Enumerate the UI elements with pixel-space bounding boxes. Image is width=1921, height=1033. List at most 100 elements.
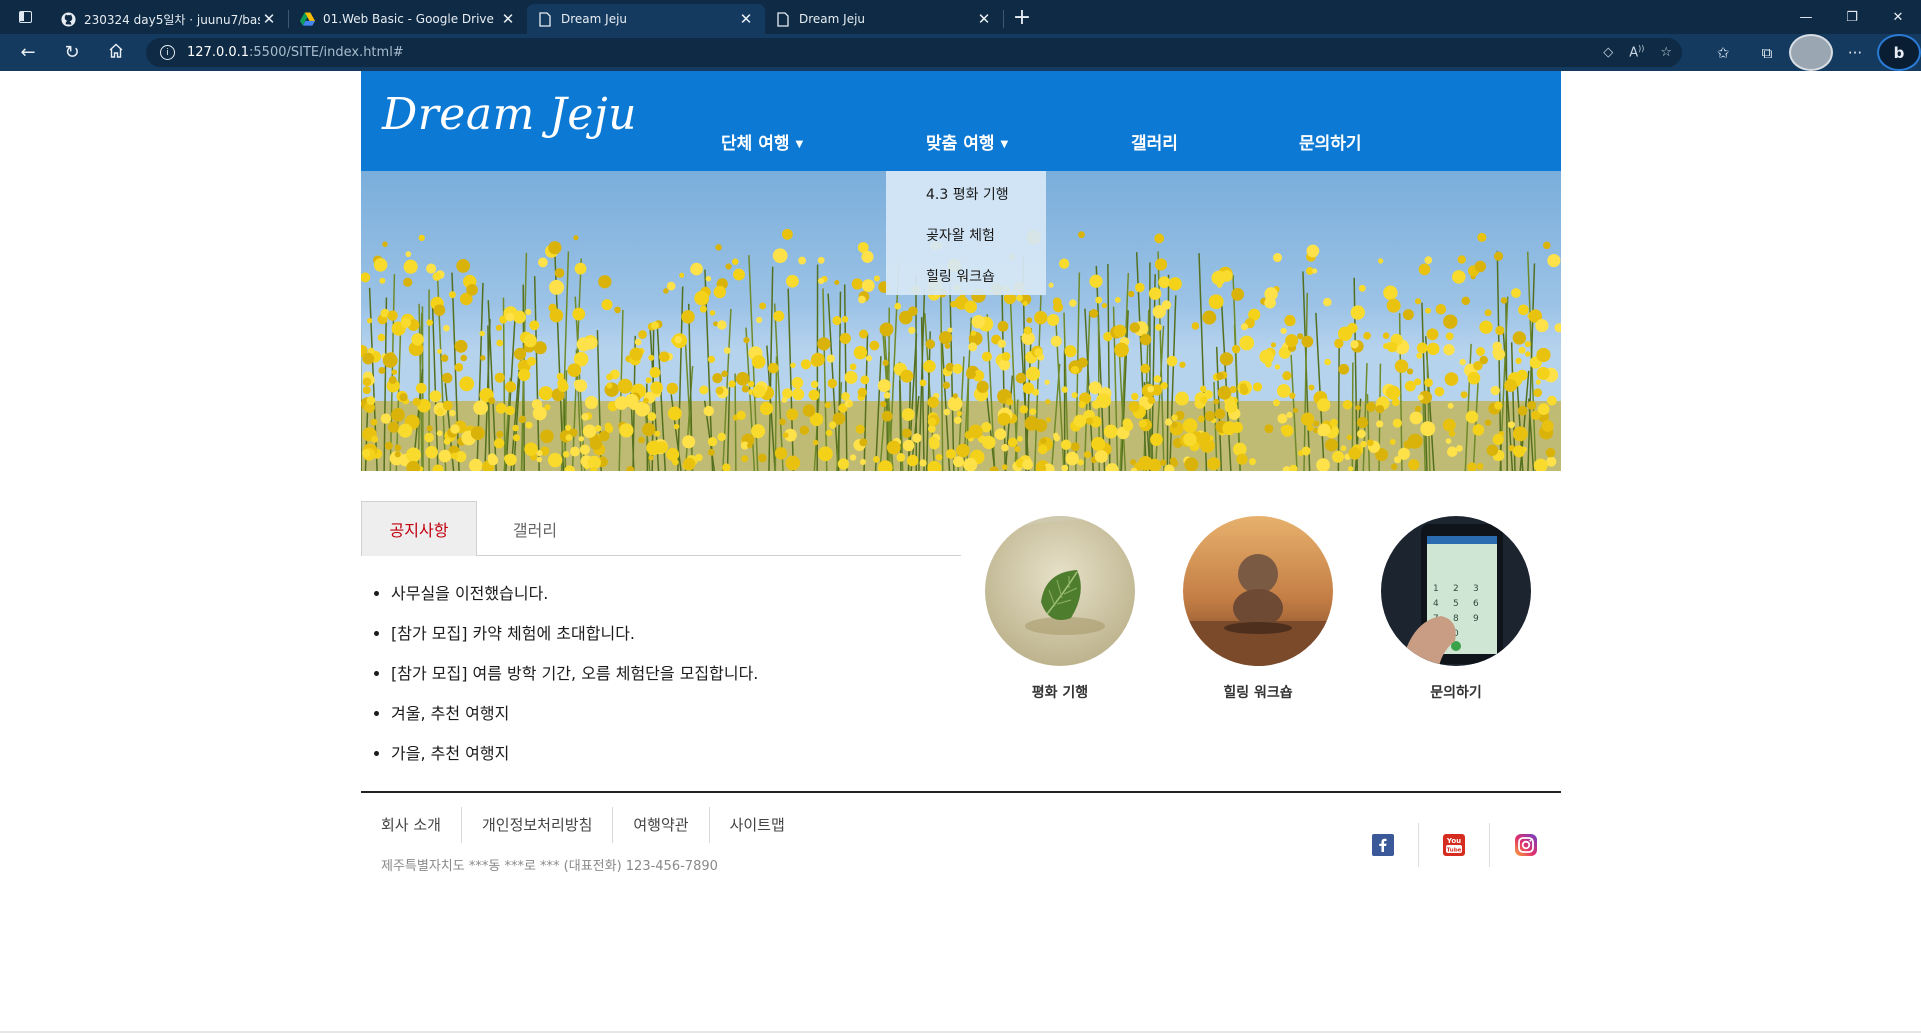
nav-item-gallery[interactable]: 갤러리	[1131, 129, 1178, 154]
svg-text:Tube: Tube	[1447, 848, 1462, 854]
restore-button[interactable]: ❐	[1829, 0, 1875, 34]
collections-icon[interactable]: ⧉	[1745, 34, 1789, 71]
footer-link-privacy[interactable]: 개인정보처리방침	[462, 807, 614, 843]
submenu-item-gotjawal[interactable]: 곶자왈 체험	[926, 225, 995, 245]
browser-toolbar: ✩ ⧉ ··· b	[1701, 34, 1921, 71]
favorites-icon[interactable]: ✩	[1701, 34, 1745, 71]
notice-item[interactable]: 겨울, 추천 여행지	[391, 701, 758, 741]
nav-item-group-tour[interactable]: 단체 여행 ▼	[721, 129, 803, 154]
url-field[interactable]: i 127.0.0.1:5500/SITE/index.html# ◇ A)) …	[146, 38, 1682, 67]
browser-tab-strip: 230324 day5일차 · juunu7/basic ✕ 01.Web Ba…	[0, 0, 1921, 34]
close-tab-icon[interactable]: ✕	[975, 10, 993, 28]
url-host: 127.0.0.1	[187, 45, 250, 60]
shortcut-healing-workshop[interactable]: 힐링 워크숍	[1183, 516, 1333, 702]
browser-tab-dream-jeju-active[interactable]: Dream Jeju ✕	[527, 4, 765, 34]
profile-button[interactable]	[1789, 34, 1833, 71]
social-links: You Tube	[1348, 823, 1561, 867]
shortcut-label: 힐링 워크숍	[1223, 685, 1293, 701]
youtube-icon: You Tube	[1443, 834, 1465, 856]
read-aloud-icon[interactable]: A))	[1629, 44, 1644, 60]
leaf-on-sand-image	[985, 516, 1135, 666]
tab-title: Dream Jeju	[799, 12, 866, 26]
nav-item-custom-tour[interactable]: 맞춤 여행 ▼	[926, 129, 1008, 154]
url-path: :5500/SITE/index.html#	[249, 45, 404, 60]
submenu-item-peace-tour[interactable]: 4.3 평화 기행	[926, 184, 1009, 204]
nav-item-contact[interactable]: 문의하기	[1299, 129, 1362, 154]
bing-copilot-button[interactable]: b	[1877, 34, 1921, 71]
facebook-icon	[1372, 834, 1394, 856]
tab-title: Dream Jeju	[561, 12, 628, 26]
notice-list: 사무실을 이전했습니다. [참가 모집] 카약 체험에 초대합니다. [참가 모…	[391, 581, 758, 781]
phone-dialer-image: 123 456 789 0	[1381, 516, 1531, 666]
notice-item[interactable]: [참가 모집] 여름 방학 기간, 오름 체험단을 모집합니다.	[391, 661, 758, 701]
tab-gallery[interactable]: 갤러리	[477, 501, 593, 556]
arrow-left-icon: ←	[20, 42, 36, 63]
footer-links: 회사 소개 개인정보처리방침 여행약관 사이트맵	[361, 807, 805, 843]
minimize-button[interactable]: —	[1783, 0, 1829, 34]
instagram-icon	[1514, 834, 1537, 856]
browser-tab-dream-jeju[interactable]: Dream Jeju ✕	[765, 4, 1003, 34]
custom-tour-submenu: 4.3 평화 기행 곶자왈 체험 힐링 워크숍	[886, 171, 1046, 295]
notice-item[interactable]: 사무실을 이전했습니다.	[391, 581, 758, 621]
refresh-icon: ↻	[64, 42, 80, 63]
tracking-prevention-icon[interactable]: ◇	[1603, 45, 1613, 60]
shortcut-contact[interactable]: 123 456 789 0 문의하기	[1381, 516, 1531, 702]
svg-text:9: 9	[1473, 614, 1479, 624]
browser-address-bar: ← ↻ i 127.0.0.1:5500/SITE/index.html# ◇ …	[0, 34, 1921, 71]
notice-item[interactable]: [참가 모집] 카약 체험에 초대합니다.	[391, 621, 758, 661]
google-drive-icon	[299, 11, 315, 27]
url-actions: ◇ A)) ☆	[1603, 38, 1672, 67]
footer-link-terms[interactable]: 여행약관	[613, 807, 710, 843]
shortcut-peace-tour[interactable]: 평화 기행	[985, 516, 1135, 702]
svg-text:8: 8	[1453, 614, 1459, 624]
close-tab-icon[interactable]: ✕	[499, 10, 517, 28]
svg-text:4: 4	[1433, 599, 1439, 609]
window-controls: — ❐ ✕	[1783, 0, 1921, 34]
home-button[interactable]	[94, 34, 138, 71]
facebook-link[interactable]	[1348, 823, 1419, 867]
stacked-stones-image	[1183, 516, 1333, 666]
svg-text:1: 1	[1433, 584, 1439, 594]
page-icon	[537, 11, 553, 27]
site-container: Dream Jeju 단체 여행 ▼ 맞춤 여행 ▼ 갤러리 문의하기 4.3 평화…	[361, 71, 1561, 1031]
github-icon	[60, 11, 76, 27]
svg-text:2: 2	[1453, 584, 1459, 594]
svg-text:3: 3	[1473, 584, 1479, 594]
nav-label: 맞춤 여행	[926, 134, 995, 154]
more-menu-icon[interactable]: ···	[1833, 34, 1877, 71]
site-info-icon[interactable]: i	[160, 45, 175, 60]
svg-text:6: 6	[1473, 599, 1479, 609]
browser-tab-google-drive[interactable]: 01.Web Basic - Google Drive ✕	[289, 4, 527, 34]
refresh-button[interactable]: ↻	[50, 34, 94, 71]
tab-actions-button[interactable]	[0, 0, 50, 34]
svg-text:5: 5	[1453, 599, 1459, 609]
page-icon	[775, 11, 791, 27]
footer-link-about[interactable]: 회사 소개	[361, 807, 462, 843]
notice-item[interactable]: 가을, 추천 여행지	[391, 741, 758, 781]
tab-notice[interactable]: 공지사항	[361, 501, 477, 556]
add-favorite-icon[interactable]: ☆	[1660, 45, 1672, 60]
shortcut-label: 평화 기행	[1031, 685, 1089, 701]
shortcut-label: 문의하기	[1430, 685, 1482, 701]
content-tabs: 공지사항 갤러리	[361, 501, 961, 556]
footer-link-sitemap[interactable]: 사이트맵	[710, 807, 805, 843]
close-window-button[interactable]: ✕	[1875, 0, 1921, 34]
browser-tab-github[interactable]: 230324 day5일차 · juunu7/basic ✕	[50, 4, 288, 34]
instagram-link[interactable]	[1490, 823, 1561, 867]
nav-label: 단체 여행	[721, 134, 790, 154]
tab-title: 230324 day5일차 · juunu7/basic	[84, 12, 260, 27]
close-tab-icon[interactable]: ✕	[737, 10, 755, 28]
youtube-link[interactable]: You Tube	[1419, 823, 1490, 867]
caret-down-icon: ▼	[1000, 138, 1009, 150]
submenu-item-healing-workshop[interactable]: 힐링 워크숍	[926, 266, 995, 286]
close-tab-icon[interactable]: ✕	[260, 10, 278, 28]
caret-down-icon: ▼	[795, 138, 804, 150]
footer-address: 제주특별자치도 ***동 ***로 *** (대표전화) 123-456-789…	[381, 859, 718, 874]
back-button[interactable]: ←	[6, 34, 50, 71]
new-tab-button[interactable]: +	[1004, 0, 1040, 34]
bing-icon: b	[1877, 34, 1921, 71]
tab-title: 01.Web Basic - Google Drive	[323, 12, 494, 26]
main-nav: 단체 여행 ▼ 맞춤 여행 ▼ 갤러리 문의하기	[361, 71, 1561, 171]
home-icon	[108, 42, 124, 63]
tab-actions-icon	[18, 11, 32, 23]
